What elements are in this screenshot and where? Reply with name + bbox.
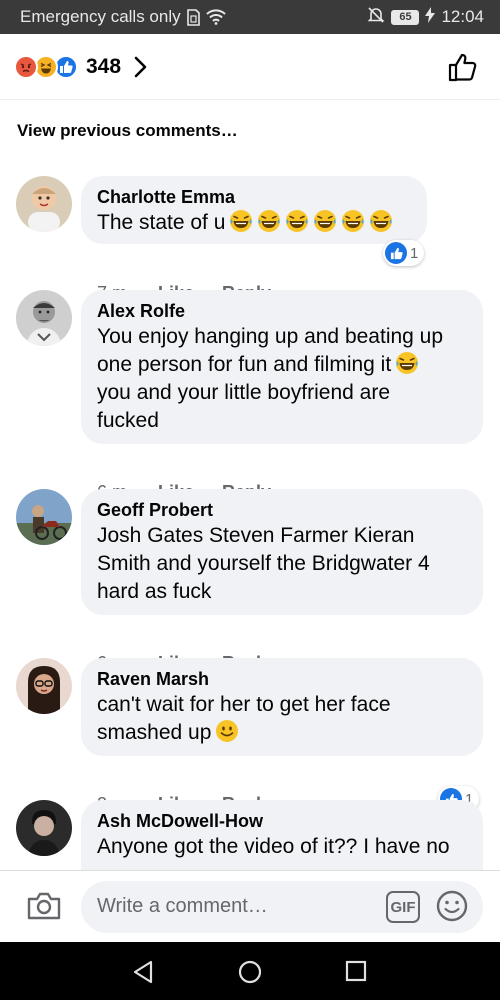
comment-text: Anyone got the video of it?? I have no xyxy=(97,833,467,861)
chevron-right-icon[interactable] xyxy=(133,56,147,78)
comment-line: You enjoy hanging up and beating up xyxy=(97,325,444,348)
comment-line-text: smashed up xyxy=(97,721,212,744)
reaction-badge-count: 1 xyxy=(410,244,419,262)
system-nav-bar xyxy=(0,942,500,1000)
laughing-tears-emoji xyxy=(257,209,281,233)
comment-line: Anyone got the video of it?? I have no xyxy=(97,835,450,858)
emoji-picker-icon[interactable] xyxy=(435,889,469,928)
avatar[interactable] xyxy=(16,800,72,856)
view-previous-comments-link[interactable]: View previous comments… xyxy=(17,121,238,141)
status-bar: Emergency calls only 65 12:04 xyxy=(0,0,500,34)
comments-sheet: 348 View previous comments… Charlotte Em… xyxy=(0,34,500,942)
commenter-name[interactable]: Geoff Probert xyxy=(97,498,467,522)
gif-button[interactable]: GIF xyxy=(386,891,420,923)
wifi-icon xyxy=(205,9,226,25)
laughing-tears-emoji xyxy=(369,209,393,233)
sim-icon xyxy=(186,8,200,26)
emoji-group xyxy=(225,209,393,234)
home-icon[interactable] xyxy=(238,960,262,989)
comment-bubble[interactable]: Raven Marsh can't wait for her to get he… xyxy=(81,658,483,756)
clock: 12:04 xyxy=(441,7,484,26)
like-reaction-icon xyxy=(385,242,407,264)
comment-text: can't wait for her to get her face smash… xyxy=(97,691,467,747)
commenter-name[interactable]: Alex Rolfe xyxy=(97,299,467,323)
comment-bubble[interactable]: Alex Rolfe You enjoy hanging up and beat… xyxy=(81,290,483,444)
comment-line: can't wait for her to get her face xyxy=(97,693,391,716)
comment-text: You enjoy hanging up and beating up one … xyxy=(97,323,467,435)
commenter-name[interactable]: Raven Marsh xyxy=(97,667,467,691)
avatar[interactable] xyxy=(16,176,72,232)
commenter-name[interactable]: Charlotte Emma xyxy=(97,185,411,209)
battery-indicator: 65 xyxy=(391,9,420,25)
avatar[interactable] xyxy=(16,489,72,545)
comment-line: The state of u xyxy=(97,211,226,234)
comment-reaction-badge[interactable]: 1 xyxy=(383,240,425,266)
comment-input[interactable]: Write a comment… GIF xyxy=(81,881,483,933)
laughing-tears-emoji xyxy=(229,209,253,233)
comment-line: hard as fuck xyxy=(97,580,212,603)
comment-line-text: one person for fun and filming it xyxy=(97,353,392,376)
reaction-count: 348 xyxy=(86,54,122,78)
avatar[interactable] xyxy=(16,658,72,714)
comment-composer: Write a comment… GIF xyxy=(0,870,500,942)
laughing-tears-emoji xyxy=(285,209,309,233)
carrier-text: Emergency calls only xyxy=(20,7,181,26)
charging-icon xyxy=(425,6,436,28)
comment-text: Josh Gates Steven Farmer Kieran Smith an… xyxy=(97,522,467,606)
comment-line: fucked xyxy=(97,409,159,432)
camera-icon[interactable] xyxy=(26,891,62,926)
laughing-tears-emoji xyxy=(341,209,365,233)
comment-line: you and your little boyfriend are xyxy=(97,381,391,404)
comment-line: Smith and yourself the Bridgwater 4 xyxy=(97,552,430,575)
laughing-tears-emoji xyxy=(395,351,419,375)
recents-icon[interactable] xyxy=(345,960,367,987)
comment-text: The state of u xyxy=(97,209,411,237)
comment-input-placeholder: Write a comment… xyxy=(97,895,268,917)
reactions-summary[interactable]: 348 xyxy=(0,34,500,100)
smiling-face-emoji xyxy=(215,719,239,743)
comment-line: Josh Gates Steven Farmer Kieran xyxy=(97,524,415,547)
avatar[interactable] xyxy=(16,290,72,346)
commenter-name[interactable]: Ash McDowell-How xyxy=(97,809,467,833)
comment-line: one person for fun and filming it xyxy=(97,351,467,379)
comment-bubble[interactable]: Charlotte Emma The state of u xyxy=(81,176,427,244)
angry-reaction-icon xyxy=(14,54,38,79)
comment-line: smashed up xyxy=(97,719,467,747)
mute-icon xyxy=(367,6,385,29)
laughing-tears-emoji xyxy=(313,209,337,233)
like-post-button[interactable] xyxy=(448,52,478,87)
comment-bubble[interactable]: Geoff Probert Josh Gates Steven Farmer K… xyxy=(81,489,483,615)
back-icon[interactable] xyxy=(132,960,154,989)
